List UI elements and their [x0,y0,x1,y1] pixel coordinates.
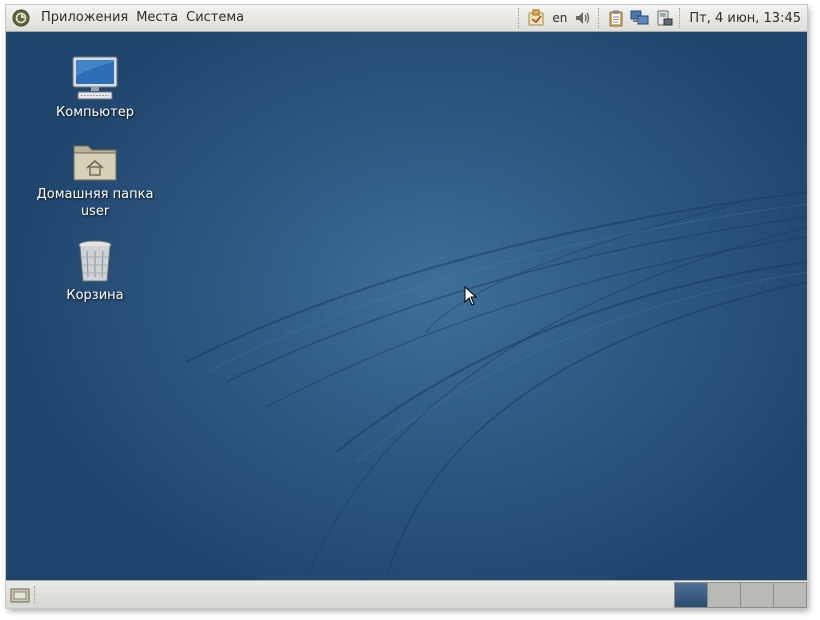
computer-icon [70,54,120,102]
network-icon[interactable] [630,8,650,28]
desktop-icon-label: Компьютер [56,105,134,120]
show-desktop-icon[interactable] [10,585,30,605]
desktop-icon-label: Домашняя папка [36,187,154,202]
trash-icon [70,237,120,285]
menu-system[interactable]: Система [182,5,248,31]
system-tray: en Пт, 4 июн, 13:45 [515,5,807,31]
desktop-icon-label: Корзина [66,288,124,303]
bottom-panel [6,580,807,608]
keyboard-layout-indicator[interactable]: en [548,11,571,25]
tray-separator [598,8,601,28]
workspace-switcher [674,582,807,608]
update-notifier-icon[interactable] [526,8,546,28]
workspace-2[interactable] [707,582,741,608]
home-folder-icon [70,136,120,184]
workspace-4[interactable] [773,582,807,608]
desktop-icon-trash[interactable]: Корзина [30,237,160,304]
clipboard-icon[interactable] [606,8,626,28]
desktop[interactable]: Компьютер Домашняя папка user Корзина [6,32,807,580]
tray-separator [679,8,682,28]
distro-logo-icon[interactable] [11,8,31,28]
desktop-icon-home-folder[interactable]: Домашняя папка user [30,136,160,220]
tray-separator [518,8,521,28]
desktop-icon-label-line2: user [80,204,110,219]
top-panel: Приложения Места Система en Пт, 4 июн, 1… [6,5,807,32]
clock[interactable]: Пт, 4 июн, 13:45 [685,11,807,26]
removable-media-icon[interactable] [654,8,674,28]
menu-applications[interactable]: Приложения [37,5,132,31]
screen: Приложения Места Система en Пт, 4 июн, 1… [6,5,807,608]
desktop-icon-computer[interactable]: Компьютер [30,54,160,121]
workspace-3[interactable] [740,582,774,608]
volume-icon[interactable] [573,8,593,28]
panel-separator [34,586,37,604]
mouse-pointer-icon [464,285,478,310]
workspace-1[interactable] [674,582,708,608]
menu-places[interactable]: Места [132,5,182,31]
